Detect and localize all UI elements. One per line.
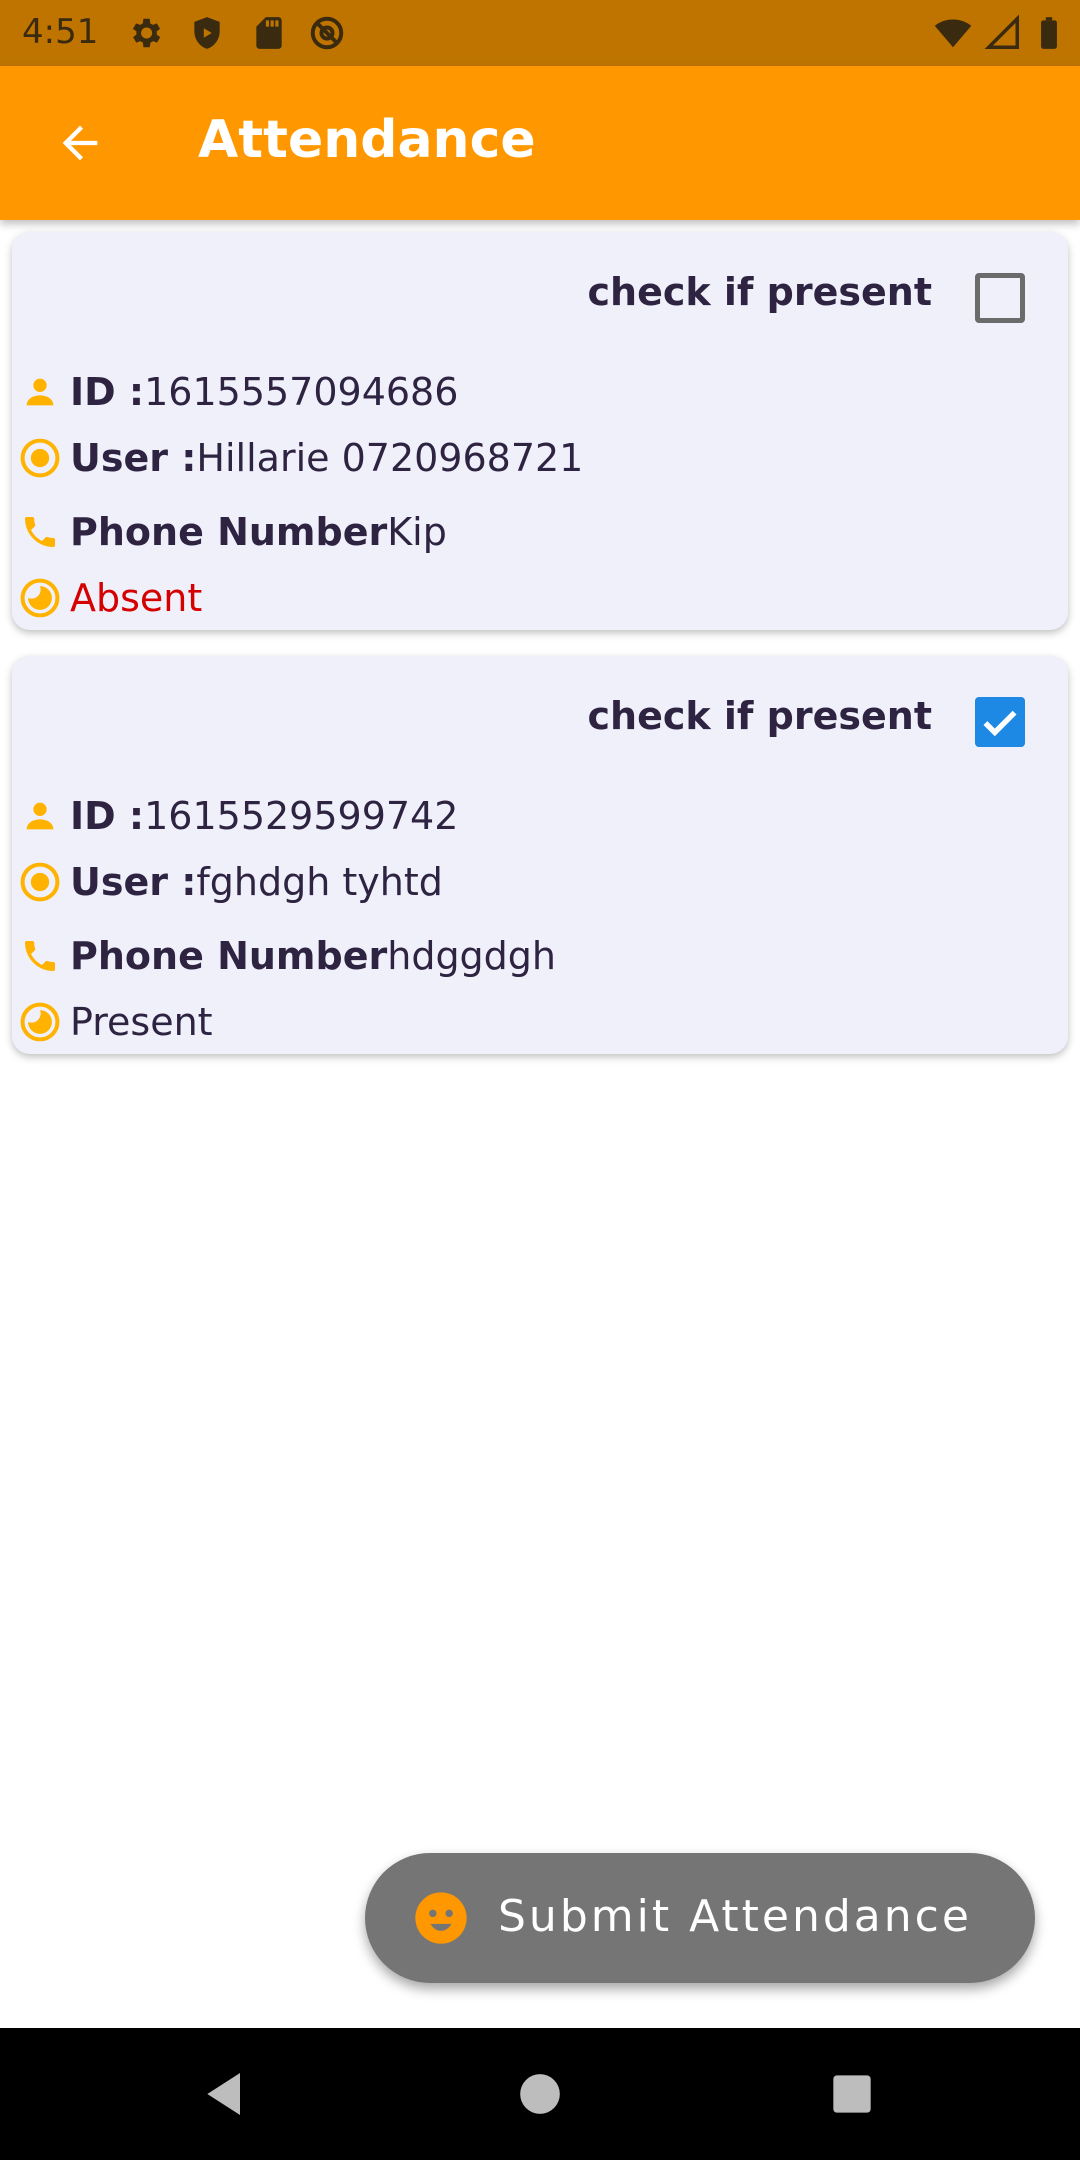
- id-label: ID :: [70, 794, 145, 838]
- attendance-card: check if present ID : 1615529599742 User…: [12, 656, 1068, 1054]
- checkmark-icon: [983, 710, 1017, 737]
- back-button[interactable]: [40, 103, 120, 183]
- status-badge: Absent: [70, 576, 203, 620]
- moon-clock-icon: [20, 1002, 60, 1042]
- battery-icon: [1041, 17, 1057, 49]
- id-row: ID : 1615529599742: [18, 794, 458, 838]
- phone-value: hdggdgh: [387, 934, 557, 978]
- submit-attendance-label: Submit Attendance: [498, 1891, 972, 1942]
- status-row: Absent: [18, 576, 202, 620]
- moon-clock-icon: [20, 578, 60, 618]
- present-checkbox[interactable]: [975, 697, 1025, 747]
- face-icon: [415, 1892, 467, 1944]
- phone-label: Phone Number: [70, 934, 388, 978]
- status-time: 4:51: [22, 12, 99, 52]
- status-bar: 4:51: [0, 0, 1080, 66]
- phone-row: Phone Number Kip: [18, 510, 447, 554]
- present-checkbox[interactable]: [975, 273, 1025, 323]
- user-row: User : fghdgh tyhtd: [18, 860, 443, 904]
- wifi-icon: [934, 19, 972, 48]
- app-bar: Attendance: [0, 66, 1080, 220]
- phone-icon: [25, 517, 55, 547]
- phone-icon: [25, 941, 55, 971]
- attendance-card: check if present ID : 1615557094686 User…: [12, 232, 1068, 630]
- shield-icon: [194, 17, 220, 49]
- phone-value: Kip: [387, 510, 447, 554]
- status-badge: Present: [70, 1000, 213, 1044]
- id-label: ID :: [70, 370, 145, 414]
- radio-button-icon: [20, 862, 60, 902]
- system-nav-bar: [0, 2028, 1080, 2160]
- user-value: fghdgh tyhtd: [196, 860, 443, 904]
- check-present-label: check if present: [587, 270, 933, 314]
- sd-card-icon: [256, 17, 282, 49]
- radio-button-icon: [20, 438, 60, 478]
- id-value: 1615529599742: [144, 794, 459, 838]
- arrow-back-icon: [62, 125, 98, 161]
- user-value: Hillarie 0720968721: [196, 436, 584, 480]
- id-value: 1615557094686: [144, 370, 459, 414]
- settings-icon: [132, 18, 161, 48]
- check-present-label: check if present: [587, 694, 933, 738]
- id-row: ID : 1615557094686: [18, 370, 458, 414]
- user-label: User :: [70, 436, 197, 480]
- at-sign-icon: [310, 16, 344, 50]
- nav-back-icon[interactable]: [198, 2066, 254, 2122]
- user-label: User :: [70, 860, 197, 904]
- phone-label: Phone Number: [70, 510, 388, 554]
- submit-attendance-button[interactable]: Submit Attendance: [365, 1853, 1035, 1983]
- phone-row: Phone Number hdggdgh: [18, 934, 556, 978]
- signal-icon: [984, 14, 1019, 49]
- person-icon: [26, 378, 54, 406]
- user-row: User : Hillarie 0720968721: [18, 436, 583, 480]
- page-title: Attendance: [198, 110, 536, 170]
- nav-home-icon[interactable]: [512, 2066, 568, 2122]
- status-row: Present: [18, 1000, 213, 1044]
- nav-recents-icon[interactable]: [824, 2066, 880, 2122]
- person-icon: [26, 802, 54, 830]
